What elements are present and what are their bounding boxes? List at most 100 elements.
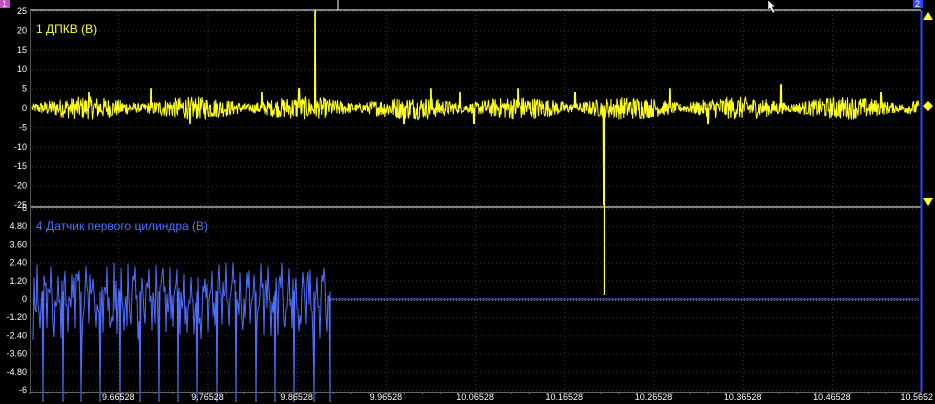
grid-dot (668, 205, 669, 206)
grid-dot (436, 317, 437, 319)
grid-dot (412, 205, 413, 206)
grid-dot (148, 166, 149, 168)
grid-dot (220, 353, 221, 355)
grid-dot (732, 185, 733, 187)
grid-dot (780, 69, 781, 71)
grid-dot (460, 30, 461, 32)
grid-dot (132, 166, 133, 168)
grid-dot (384, 244, 385, 246)
grid-dot (144, 127, 145, 129)
grid-dot (728, 127, 729, 129)
grid-dot (836, 69, 837, 71)
grid-dot (868, 208, 869, 209)
grid-dot (164, 205, 165, 206)
grid-dot (744, 208, 745, 209)
grid-dot (368, 49, 369, 51)
grid-dot (180, 262, 181, 264)
grid-dot (352, 30, 353, 32)
grid-dot (385, 103, 387, 104)
grid-dot (336, 166, 337, 168)
grid-dot (204, 244, 205, 246)
grid-dot (196, 127, 197, 129)
grid-dot (524, 280, 525, 282)
grid-dot (548, 335, 549, 337)
grid-dot (480, 146, 481, 148)
grid-dot (444, 353, 445, 355)
grid-dot (792, 226, 793, 228)
grid-dot (668, 353, 669, 355)
grid-dot (452, 317, 453, 319)
grid-dot (424, 88, 425, 90)
grid-dot (164, 166, 165, 168)
grid-dot (284, 262, 285, 264)
grid-dot (748, 88, 749, 90)
grid-dot (385, 151, 387, 152)
grid-dot (448, 49, 449, 51)
grid-dot (224, 185, 225, 187)
grid-dot (118, 91, 120, 92)
grid-dot (136, 353, 137, 355)
grid-dot (592, 353, 593, 355)
grid-dot (136, 335, 137, 337)
grid-dot (308, 11, 309, 12)
grid-dot (864, 244, 865, 246)
grid-dot (812, 166, 813, 168)
grid-dot (812, 208, 813, 209)
grid-dot (368, 205, 369, 206)
grid-dot (600, 69, 601, 71)
grid-dot (512, 208, 513, 209)
grid-dot (232, 317, 233, 319)
grid-dot (452, 30, 453, 32)
grid-dot (620, 244, 621, 246)
grid-dot (385, 75, 387, 76)
grid-dot (680, 226, 681, 228)
grid-dot (880, 69, 881, 71)
grid-dot (288, 226, 289, 228)
grid-dot (475, 155, 477, 156)
grid-dot (118, 35, 120, 36)
grid-dot (648, 30, 649, 32)
grid-dot (224, 244, 225, 246)
grid-dot (356, 146, 357, 148)
grid-dot (900, 146, 901, 148)
grid-dot (864, 280, 865, 282)
grid-dot (552, 205, 553, 206)
grid-dot (524, 226, 525, 228)
grid-dot (207, 155, 209, 156)
grid-dot (624, 185, 625, 187)
grid-dot (44, 208, 45, 209)
grid-dot (136, 127, 137, 129)
grid-dot (188, 127, 189, 129)
grid-dot (660, 49, 661, 51)
grid-dot (656, 49, 657, 51)
grid-dot (831, 11, 833, 12)
grid-dot (628, 166, 629, 168)
grid-dot (736, 335, 737, 337)
grid-dot (384, 205, 385, 206)
grid-dot (536, 280, 537, 282)
grid-dot (588, 335, 589, 337)
grid-dot (604, 317, 605, 319)
y-tick-label: -5 (19, 122, 27, 132)
grid-dot (812, 353, 813, 355)
grid-dot (540, 280, 541, 282)
grid-dot (504, 262, 505, 264)
grid-dot (248, 262, 249, 264)
grid-dot (100, 244, 101, 246)
grid-dot (444, 280, 445, 282)
grid-dot (124, 69, 125, 71)
grid-dot (704, 69, 705, 71)
grid-dot (116, 49, 117, 51)
grid-dot (653, 151, 655, 152)
grid-dot (204, 11, 205, 12)
grid-dot (564, 175, 566, 176)
grid-dot (556, 166, 557, 168)
grid-dot (164, 185, 165, 187)
grid-dot (36, 244, 37, 246)
grid-dot (796, 205, 797, 206)
grid-dot (372, 317, 373, 319)
grid-dot (492, 226, 493, 228)
grid-dot (356, 185, 357, 187)
grid-dot (320, 262, 321, 264)
grid-dot (512, 49, 513, 51)
